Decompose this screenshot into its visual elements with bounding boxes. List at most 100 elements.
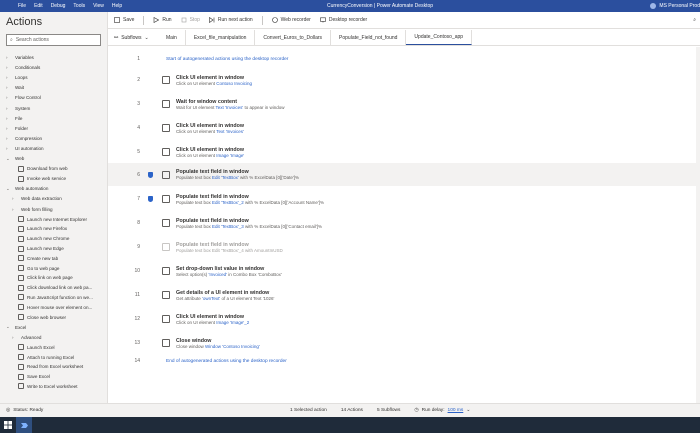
chevron-right-icon: › bbox=[12, 334, 14, 340]
action-save-excel[interactable]: Save Excel bbox=[0, 372, 107, 382]
group-web-form-filling[interactable]: › Web form filling bbox=[0, 204, 107, 214]
flow-step[interactable]: 6 Populate text field in window Populate… bbox=[108, 163, 696, 186]
search-flow-button[interactable]: ⌕ bbox=[693, 17, 696, 23]
search-icon: ⌕ bbox=[10, 37, 13, 43]
menu-tools[interactable]: Tools bbox=[73, 3, 85, 9]
action-hover-mouse[interactable]: Hover mouse over element on... bbox=[0, 302, 107, 312]
tab-excel-file-manipulation[interactable]: Excel_file_manipulation bbox=[186, 30, 256, 45]
flow-step[interactable]: 10 Set drop-down list value in window Se… bbox=[108, 260, 696, 282]
action-launch-chrome[interactable]: Launch new Chrome bbox=[0, 234, 107, 244]
group-flow-control[interactable]: › Flow Control bbox=[0, 93, 107, 103]
action-close-web-browser[interactable]: Close web browser bbox=[0, 312, 107, 322]
group-label: Web bbox=[15, 156, 25, 162]
action-click-download-link[interactable]: Click download link on web pa... bbox=[0, 283, 107, 293]
action-attach-excel[interactable]: Attach to running Excel bbox=[0, 352, 107, 362]
web-recorder-button[interactable]: Web recorder bbox=[271, 17, 311, 23]
action-label: Launch new Internet Explorer bbox=[27, 216, 88, 222]
step-tail: of a UI element Text '1026' bbox=[220, 295, 275, 301]
actions-count: 14 Actions bbox=[340, 408, 363, 413]
action-click-link[interactable]: Click link on web page bbox=[0, 273, 107, 283]
group-folder[interactable]: › Folder bbox=[0, 123, 107, 133]
tab-populate-field-not-found[interactable]: Populate_Field_not_found bbox=[331, 30, 407, 45]
click-icon bbox=[162, 76, 170, 84]
action-label: Run JavaScript function on we... bbox=[27, 294, 93, 300]
menu-edit[interactable]: Edit bbox=[34, 3, 43, 9]
run-next-action-button[interactable]: Run next action bbox=[209, 17, 253, 23]
subflows-dropdown[interactable]: ⚯ Subflows ⌄ bbox=[108, 30, 158, 45]
action-go-to-web-page[interactable]: Go to web page bbox=[0, 263, 107, 273]
action-launch-edge[interactable]: Launch new Edge bbox=[0, 244, 107, 254]
tab-main[interactable]: Main bbox=[158, 30, 186, 45]
run-delay-value[interactable]: 100 ms bbox=[448, 408, 464, 413]
group-loops[interactable]: › Loops bbox=[0, 72, 107, 82]
flow-step[interactable]: 13 Close window Close window Window 'Con… bbox=[108, 332, 696, 354]
group-web[interactable]: ⌄ Web bbox=[0, 154, 107, 164]
menu-view[interactable]: View bbox=[93, 3, 104, 9]
group-compression[interactable]: › Compression bbox=[0, 134, 107, 144]
user-account[interactable]: MS Personal Prod bbox=[650, 3, 700, 9]
stop-button[interactable]: Stop bbox=[181, 17, 200, 23]
flow-step[interactable]: 4 Click UI element in window Click on UI… bbox=[108, 117, 696, 139]
save-button[interactable]: Save bbox=[114, 17, 134, 23]
action-launch-firefox[interactable]: Launch new Firefox bbox=[0, 224, 107, 234]
menu-debug[interactable]: Debug bbox=[51, 3, 66, 9]
flow-step-disabled[interactable]: 9 Populate text field in window Populate… bbox=[108, 236, 696, 258]
chevron-down-icon: ⌄ bbox=[6, 324, 10, 330]
canvas-scrollbar[interactable] bbox=[696, 47, 700, 403]
action-launch-excel[interactable]: Launch Excel bbox=[0, 342, 107, 352]
breakpoint-slot[interactable] bbox=[144, 196, 156, 202]
windows-start-icon[interactable] bbox=[0, 417, 16, 433]
toolbar-divider bbox=[143, 15, 145, 25]
cursor-icon bbox=[18, 274, 24, 281]
menu-help[interactable]: Help bbox=[112, 3, 122, 9]
group-excel[interactable]: ⌄ Excel bbox=[0, 322, 107, 332]
flow-step[interactable]: 12 Click UI element in window Click on U… bbox=[108, 308, 696, 330]
action-launch-ie[interactable]: Launch new Internet Explorer bbox=[0, 214, 107, 224]
group-web-data-extraction[interactable]: › Web data extraction bbox=[0, 194, 107, 204]
menu-file[interactable]: File bbox=[18, 3, 26, 9]
action-run-javascript[interactable]: Run JavaScript function on we... bbox=[0, 293, 107, 303]
flow-step[interactable]: 11 Get details of a UI element in window… bbox=[108, 284, 696, 306]
action-download-from-web[interactable]: Download from web bbox=[0, 164, 107, 174]
run-button[interactable]: Run bbox=[153, 17, 172, 23]
tab-convert-euros-to-dollars[interactable]: Convert_Euros_to_Dollars bbox=[255, 30, 332, 45]
flow-step[interactable]: 8 Populate text field in window Populate… bbox=[108, 212, 696, 234]
flow-step[interactable]: 14 End of autogenerated actions using th… bbox=[108, 353, 696, 369]
chevron-down-icon[interactable]: ⌄ bbox=[466, 408, 470, 413]
save-label: Save bbox=[123, 17, 135, 23]
flow-step[interactable]: 1 Start of autogenerated actions using t… bbox=[108, 51, 696, 67]
action-create-new-tab[interactable]: Create new tab bbox=[0, 253, 107, 263]
flow-step[interactable]: 7 Populate text field in window Populate… bbox=[108, 188, 696, 210]
action-label: Launch new Chrome bbox=[27, 236, 70, 242]
search-actions-input[interactable]: ⌕ Search actions bbox=[6, 34, 101, 46]
power-automate-taskbar-icon[interactable] bbox=[16, 417, 32, 433]
step-number: 2 bbox=[137, 77, 140, 83]
avatar bbox=[650, 3, 657, 9]
flow-step[interactable]: 2 Click UI element in window Click on UI… bbox=[108, 69, 696, 91]
group-system[interactable]: › System bbox=[0, 103, 107, 113]
click-icon bbox=[162, 148, 170, 156]
action-label: Download from web bbox=[27, 166, 68, 172]
flow-step[interactable]: 5 Click UI element in window Click on UI… bbox=[108, 141, 696, 163]
action-write-excel[interactable]: Write to Excel worksheet bbox=[0, 382, 107, 392]
group-wait[interactable]: › Wait bbox=[0, 83, 107, 93]
run-next-label: Run next action bbox=[217, 17, 253, 23]
play-icon bbox=[154, 17, 160, 23]
group-excel-advanced[interactable]: › Advanced bbox=[0, 332, 107, 342]
group-web-automation[interactable]: ⌄ Web automation bbox=[0, 184, 107, 194]
breakpoint-slot[interactable] bbox=[144, 171, 156, 178]
group-file[interactable]: › File bbox=[0, 113, 107, 123]
flow-step[interactable]: 3 Wait for window content Wait for UI el… bbox=[108, 93, 696, 115]
group-label: Web data extraction bbox=[21, 196, 62, 202]
action-invoke-web-service[interactable]: Invoke web service bbox=[0, 174, 107, 184]
tab-update-contoso-app[interactable]: Update_Contoso_app bbox=[406, 30, 473, 45]
group-label: Folder bbox=[15, 125, 29, 131]
action-read-excel[interactable]: Read from Excel worksheet bbox=[0, 362, 107, 372]
status-ready: ◎ Status: Ready bbox=[0, 408, 290, 413]
action-label: Create new tab bbox=[27, 255, 59, 261]
group-variables[interactable]: › Variables bbox=[0, 52, 107, 62]
group-ui-automation[interactable]: › UI automation bbox=[0, 144, 107, 154]
group-conditionals[interactable]: › Conditionals bbox=[0, 62, 107, 72]
desktop-recorder-button[interactable]: Desktop recorder bbox=[320, 17, 367, 23]
search-icon: ⌕ bbox=[693, 17, 696, 23]
